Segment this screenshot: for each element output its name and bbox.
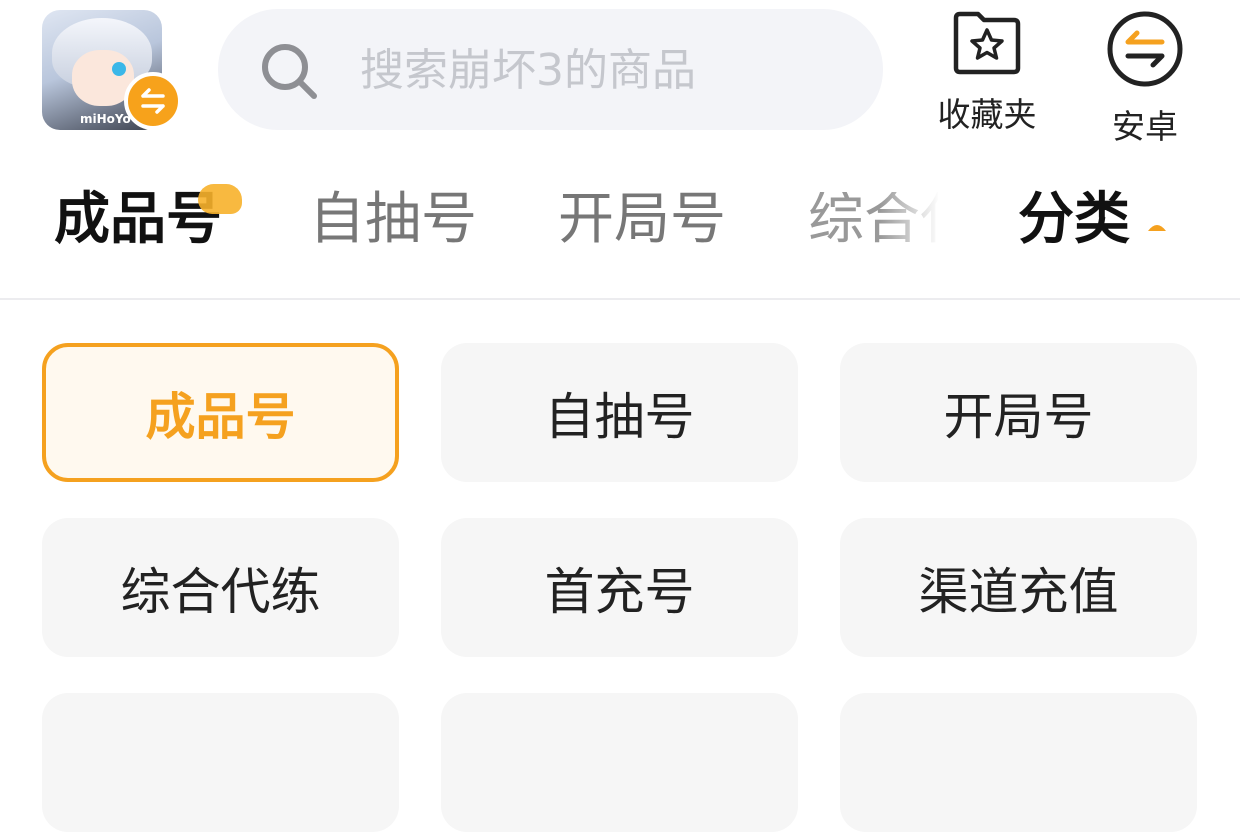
category-chip-more-1[interactable] [42,693,399,832]
category-chip-leveling-service[interactable]: 综合代练 [42,518,399,657]
search-input[interactable] [358,37,842,103]
category-chip-more-3[interactable] [840,693,1197,832]
tab-starter-account[interactable]: 开局号 [558,192,726,248]
tabs-divider [0,298,1240,300]
category-chip-first-topup-account[interactable]: 首充号 [441,518,798,657]
top-header: miHoYo 收藏夹 安卓 [0,0,1240,150]
platform-label: 安卓 [1112,107,1178,146]
category-chip-self-draw-account[interactable]: 自抽号 [441,343,798,482]
tabs-overflow-fade [880,180,950,270]
category-chip-starter-account[interactable]: 开局号 [840,343,1197,482]
platform-switch-button[interactable]: 安卓 [1104,10,1186,148]
search-icon [262,44,317,99]
avatar-eye [112,62,126,76]
category-chip-more-2[interactable] [441,693,798,832]
favorites-label: 收藏夹 [937,95,1037,134]
product-type-tabs: 成品号 自抽号 开局号 综合代练 分类 [0,170,1240,280]
caret-up-icon[interactable] [1146,219,1168,233]
tab-self-draw-account[interactable]: 自抽号 [309,192,477,248]
tab-finished-account[interactable]: 成品号 [54,192,222,248]
switch-arrows-icon [1107,11,1183,87]
category-chip-finished-account[interactable]: 成品号 [42,343,399,482]
favorites-button[interactable]: 收藏夹 [935,10,1039,136]
category-chip-channel-topup[interactable]: 渠道充值 [840,518,1197,657]
search-bar[interactable] [218,9,883,130]
star-folder-icon [953,11,1021,75]
category-toggle-button[interactable]: 分类 [1018,192,1130,248]
switch-arrows-icon [141,88,165,114]
active-tab-marker [198,184,242,214]
switch-game-button[interactable] [124,72,182,130]
